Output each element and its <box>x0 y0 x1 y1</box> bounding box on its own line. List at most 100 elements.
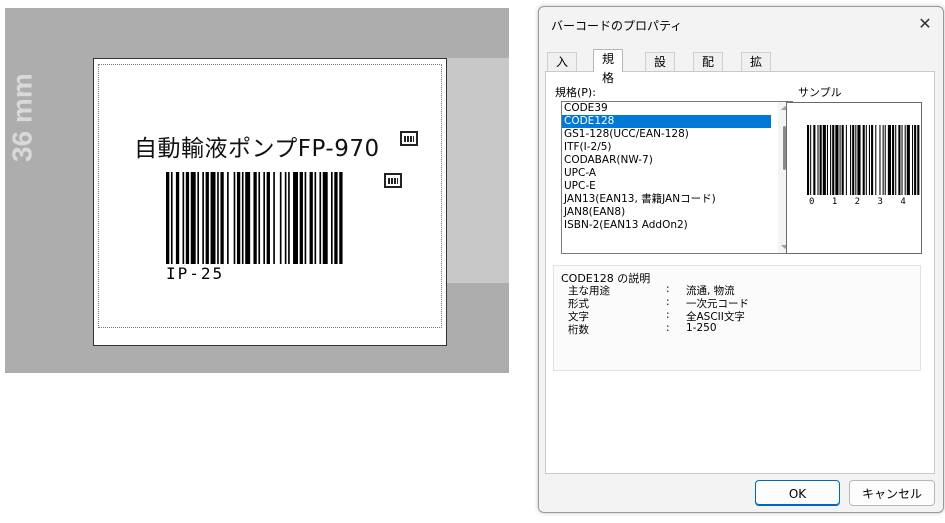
tab-standard[interactable]: 規格 <box>593 49 624 85</box>
barcode-bar <box>166 172 170 264</box>
barcode-bar <box>304 172 307 264</box>
barcode-bar <box>884 125 886 195</box>
barcode-bar <box>284 172 287 264</box>
canvas-margin-area <box>445 58 509 283</box>
barcode-bar <box>835 125 839 195</box>
barcode-bar <box>197 172 199 264</box>
label-title-text[interactable]: 自動輸液ポンプFP-970 <box>134 129 380 163</box>
barcode-bar <box>293 172 298 264</box>
sample-digits: 0 1 2 3 4 5 6 7 <box>809 197 921 207</box>
barcode-bar <box>813 125 816 195</box>
barcode-bar <box>227 172 229 264</box>
barcode-bar <box>850 125 852 195</box>
tab-settings[interactable]: 設定 <box>645 52 676 88</box>
barcode-bar <box>901 125 903 195</box>
barcode-bar <box>220 172 224 264</box>
sample-label: サンプル <box>798 86 842 99</box>
barcode-bar <box>887 125 891 195</box>
size-ruler-label: 36 mm <box>6 73 38 162</box>
barcode-bar <box>309 172 313 264</box>
barcode-bar <box>241 172 244 264</box>
barcode-bar <box>817 125 819 195</box>
label-editor-canvas[interactable]: 36 mm 自動輸液ポンプFP-970 IP-25 <box>5 8 509 373</box>
barcode-bar <box>253 172 257 264</box>
list-item[interactable]: ITF(I-2/5) <box>562 141 771 154</box>
list-item[interactable]: GS1-128(UCC/EAN-128) <box>562 128 771 141</box>
barcode-bar <box>263 172 265 264</box>
description-box: CODE128 の説明 主な用途 : 流通, 物流 形式 : 一次元コード 文字… <box>553 265 921 371</box>
label-preview[interactable]: 自動輸液ポンプFP-970 IP-25 <box>93 58 447 346</box>
list-item-selected[interactable]: CODE128 <box>562 115 771 128</box>
description-sep: : <box>666 309 670 321</box>
description-sep: : <box>666 322 670 334</box>
barcode-bar <box>170 172 173 264</box>
list-item[interactable]: UPC-A <box>562 167 771 180</box>
barcode-bar <box>862 125 865 195</box>
tab-layout[interactable]: 配置 <box>693 52 724 88</box>
tab-extension[interactable]: 拡張 <box>741 52 772 88</box>
barcode-bar <box>852 125 855 195</box>
barcode-object-icon[interactable] <box>384 173 402 188</box>
barcode-bar <box>898 125 901 195</box>
barcode-bar <box>279 172 282 264</box>
description-sep: : <box>666 283 670 295</box>
list-item[interactable]: CODABAR(NW-7) <box>562 154 771 167</box>
barcode-bar <box>855 125 857 195</box>
barcode-bar <box>233 172 236 264</box>
barcode-bar <box>857 125 861 195</box>
list-item[interactable]: JAN8(EAN8) <box>562 206 771 219</box>
barcode-bar <box>875 125 877 195</box>
barcode-bar <box>288 172 290 264</box>
cancel-button[interactable]: キャンセル <box>849 480 935 506</box>
barcode-bar <box>871 125 874 195</box>
barcode-bar <box>245 172 251 264</box>
barcode-bar <box>845 125 847 195</box>
barcode-bar <box>331 172 333 264</box>
barcode-bar <box>175 172 180 264</box>
barcode-bar <box>185 172 190 264</box>
barcode-bar <box>236 172 241 264</box>
barcode-bar <box>319 172 322 264</box>
barcode-bar <box>819 125 822 195</box>
sample-barcode <box>807 125 920 195</box>
barcode-bar <box>895 125 897 195</box>
barcode-bar <box>868 125 870 195</box>
barcode-bar <box>865 125 867 195</box>
standard-listbox[interactable]: CODE39 CODE128 GS1-128(UCC/EAN-128) ITF(… <box>561 101 793 254</box>
barcode-bar <box>314 172 317 264</box>
barcode-bar <box>205 172 209 264</box>
list-item[interactable]: JAN13(EAN13, 書籍JANコード) <box>562 193 771 206</box>
barcode-bar <box>826 125 828 195</box>
barcode-bar <box>841 125 844 195</box>
barcode-bar <box>882 125 884 195</box>
barcode-bar <box>217 172 219 264</box>
barcode-bar <box>906 125 910 195</box>
barcode-bar <box>810 125 812 195</box>
description-key: 桁数 <box>568 324 589 336</box>
barcode-bar <box>904 125 906 195</box>
barcode-bar <box>266 172 270 264</box>
barcode-bar <box>917 125 920 195</box>
barcode-bar <box>202 172 204 264</box>
barcode-properties-dialog: バーコードのプロパティ ✕ 入力 規格 設定 配置 拡張 規格(P): サンプル… <box>538 6 944 513</box>
close-icon[interactable]: ✕ <box>915 15 935 33</box>
barcode-bar <box>182 172 185 264</box>
dialog-titlebar[interactable]: バーコードのプロパティ ✕ <box>539 7 943 41</box>
barcode-bar <box>299 172 303 264</box>
barcode-bar <box>273 172 275 264</box>
barcode-object-icon[interactable] <box>400 131 418 146</box>
barcode-bar <box>879 125 881 195</box>
barcode-bar <box>322 172 328 264</box>
tab-input[interactable]: 入力 <box>547 52 578 88</box>
barcode-bar <box>822 125 826 195</box>
list-item[interactable]: ISBN-2(EAN13 AddOn2) <box>562 219 771 232</box>
label-barcode-text: IP-25 <box>166 264 225 283</box>
description-sep: : <box>666 296 670 308</box>
list-item[interactable]: UPC-E <box>562 180 771 193</box>
barcode-bar <box>839 125 841 195</box>
label-barcode[interactable] <box>166 172 344 264</box>
dialog-title: バーコードのプロパティ <box>551 19 683 33</box>
list-item[interactable]: CODE39 <box>562 102 771 115</box>
barcode-bar <box>190 172 196 264</box>
ok-button[interactable]: OK <box>755 480 840 506</box>
